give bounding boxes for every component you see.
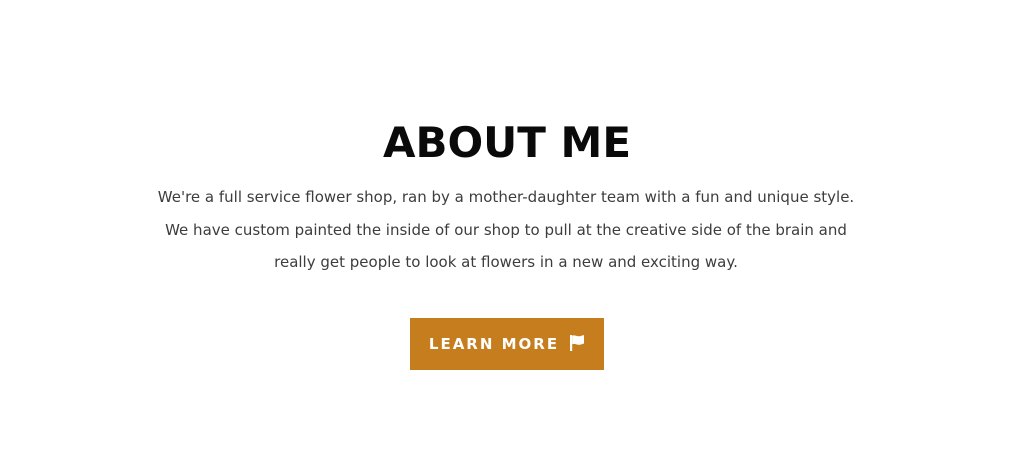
about-section: ABOUT ME We're a full service flower sho… bbox=[0, 0, 1014, 466]
about-description-line-2: We have custom painted the inside of our… bbox=[165, 220, 847, 239]
about-description: We're a full service flower shop, ran by… bbox=[150, 181, 862, 279]
about-description-line-1: We're a full service flower shop, ran by… bbox=[157, 188, 855, 206]
about-description-line-3: really get people to look at flowers in … bbox=[274, 253, 738, 271]
learn-more-button[interactable]: LEARN MORE bbox=[410, 318, 604, 370]
flag-icon bbox=[569, 334, 585, 352]
about-title: ABOUT ME bbox=[382, 118, 632, 167]
learn-more-label: LEARN MORE bbox=[428, 335, 560, 353]
